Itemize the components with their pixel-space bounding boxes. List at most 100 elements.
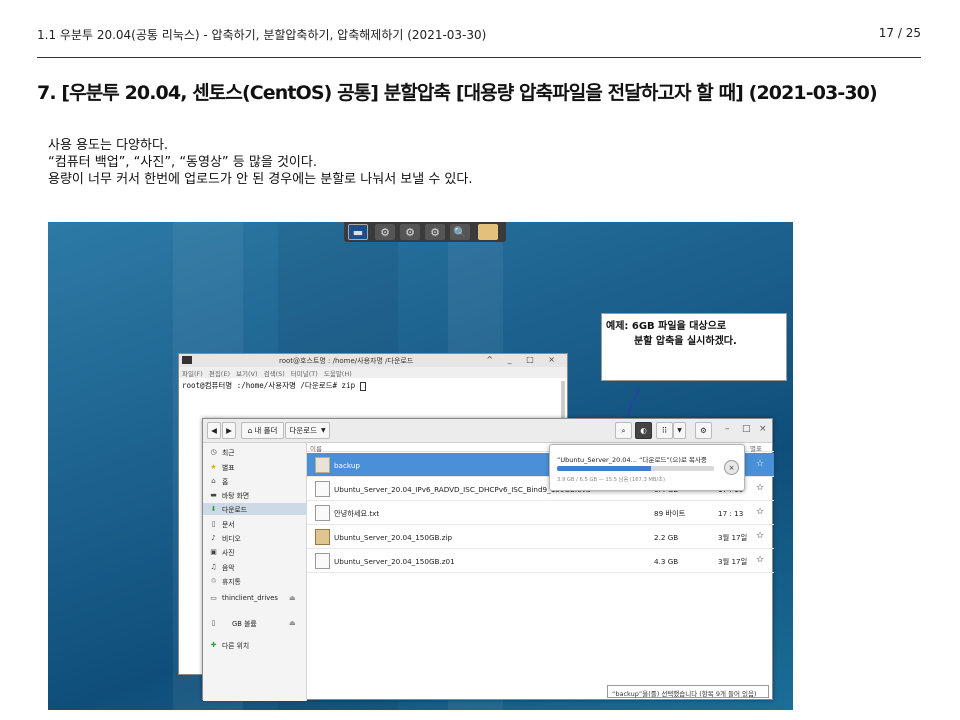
minimize-icon[interactable]: – bbox=[725, 424, 730, 434]
sidebar-item-starred[interactable]: ★ 별표 bbox=[209, 461, 235, 473]
sidebar-item-label: 별표 bbox=[222, 464, 235, 472]
file-name: Ubuntu_Server_20.04_150GB.zip bbox=[334, 533, 453, 542]
eject-icon[interactable]: ⏏ bbox=[289, 619, 296, 627]
star-icon[interactable]: ☆ bbox=[756, 555, 764, 565]
operations-button[interactable]: ◐ bbox=[635, 422, 652, 439]
column-starred[interactable]: 별표 bbox=[750, 443, 762, 453]
menu-button[interactable]: ⚙ bbox=[695, 422, 712, 439]
star-icon[interactable]: ☆ bbox=[756, 531, 764, 541]
sidebar-item-recent[interactable]: ◷ 최근 bbox=[209, 446, 235, 458]
eject-icon[interactable]: ⏏ bbox=[289, 594, 296, 602]
file-modified: 3월 17일 bbox=[718, 557, 748, 566]
file-size: 89 바이트 bbox=[654, 509, 686, 518]
file-name: Ubuntu_Server_20.04_150GB.z01 bbox=[334, 557, 455, 566]
desktop-icon: ▬ bbox=[210, 491, 217, 499]
copy-progress-bar bbox=[557, 466, 714, 471]
sidebar-item-label: 홈 bbox=[222, 478, 229, 486]
sidebar-item-trash[interactable]: ♲ 휴지통 bbox=[209, 575, 241, 587]
sidebar-item-label: 다른 위치 bbox=[222, 642, 250, 650]
sidebar-item-label: GB 볼륨 bbox=[232, 620, 257, 628]
forward-button[interactable]: ▶ bbox=[222, 422, 236, 439]
table-row[interactable]: 안녕하세요.txt 89 바이트 17 : 13 ☆ bbox=[307, 501, 774, 525]
star-icon[interactable]: ☆ bbox=[756, 459, 764, 469]
slide-header: 1.1 우분투 20.04(공통 리눅스) - 압축하기, 분할압축하기, 압축… bbox=[37, 26, 921, 46]
drive-icon: ▭ bbox=[210, 594, 217, 602]
desktop-screenshot: ▬ ⚙ ⚙ ⚙ 🔍 예제: 6GB 파일을 대상으로 분할 압축을 실시하겠다.… bbox=[48, 222, 793, 710]
column-name[interactable]: 이름 bbox=[310, 445, 322, 453]
sidebar-item-other-locations[interactable]: ✚ 다른 위치 bbox=[209, 639, 250, 651]
sidebar-item-home[interactable]: ⌂ 홈 bbox=[209, 475, 228, 487]
sidebar-item-downloads[interactable]: ⬇ 다운로드 bbox=[203, 503, 307, 515]
file-size: 2.2 GB bbox=[654, 533, 679, 542]
download-icon: ⬇ bbox=[210, 505, 217, 513]
terminal-title: root@호스트명 : /home/사용자명 /다운로드 bbox=[279, 357, 414, 365]
sidebar-item-thinclient-drives[interactable]: ▭ thinclient_drives bbox=[209, 592, 278, 604]
sidebar-item-videos[interactable]: ♪ 비디오 bbox=[209, 532, 241, 544]
sidebar-item-music[interactable]: ♫ 음악 bbox=[209, 561, 235, 573]
progress-fill bbox=[557, 466, 652, 471]
body-line: “컴퓨터 백업”, “사진”, “동영상” 등 많을 것이다. bbox=[48, 155, 317, 170]
file-modified: 17 : 13 bbox=[718, 509, 744, 518]
sidebar-item-label: 음악 bbox=[222, 564, 235, 572]
home-icon: ⌂ bbox=[211, 477, 216, 485]
text-cursor bbox=[359, 381, 366, 391]
close-icon[interactable]: × bbox=[759, 424, 767, 434]
table-row[interactable]: Ubuntu_Server_20.04_150GB.zip 2.2 GB 3월 … bbox=[307, 525, 774, 549]
sidebar-item-label: 비디오 bbox=[222, 535, 241, 543]
document-icon: ▯ bbox=[211, 520, 216, 528]
sidebar-item-label: 최근 bbox=[222, 449, 235, 457]
body-line: 사용 용도는 다양하다. bbox=[48, 138, 169, 153]
close-icon: × bbox=[728, 463, 735, 472]
gear-icon[interactable]: ⚙ bbox=[375, 224, 395, 240]
sidebar-item-desktop[interactable]: ▬ 바탕 화면 bbox=[209, 489, 249, 501]
top-dock: ▬ ⚙ ⚙ ⚙ 🔍 bbox=[344, 222, 506, 242]
terminal-icon[interactable]: ▬ bbox=[348, 224, 368, 240]
back-button[interactable]: ◀ bbox=[207, 422, 221, 439]
camera-icon: ▣ bbox=[210, 548, 217, 556]
gear-icon[interactable]: ⚙ bbox=[400, 224, 420, 240]
table-row[interactable]: Ubuntu_Server_20.04_150GB.z01 4.3 GB 3월 … bbox=[307, 549, 774, 573]
terminal-scrollbar[interactable] bbox=[561, 381, 565, 421]
folder-icon[interactable] bbox=[478, 224, 498, 240]
sidebar-item-documents[interactable]: ▯ 문서 bbox=[209, 518, 235, 530]
star-icon[interactable]: ☆ bbox=[756, 507, 764, 517]
search-icon: ⌕ bbox=[621, 425, 626, 435]
body-line: 용량이 너무 커서 한번에 업로드가 안 된 경우에는 분할로 나눠서 보낼 수… bbox=[48, 172, 473, 187]
sidebar-item-pictures[interactable]: ▣ 사진 bbox=[209, 546, 235, 558]
view-options-button[interactable]: ▼ bbox=[673, 422, 686, 439]
section-heading: 7. [우분투 20.04, 센토스(CentOS) 공통] 분할압축 [대용량… bbox=[37, 82, 878, 104]
callout-line: 분할 압축을 실시하겠다. bbox=[634, 336, 737, 347]
terminal-titlebar[interactable]: root@호스트명 : /home/사용자명 /다운로드 ^ _ □ × bbox=[179, 354, 567, 367]
path-button-downloads[interactable]: 다운로드 ▼ bbox=[285, 422, 330, 439]
chevron-down-icon: ▼ bbox=[320, 427, 326, 434]
page-number: 17 / 25 bbox=[878, 26, 921, 40]
maximize-icon[interactable]: □ bbox=[742, 424, 751, 434]
view-grid-button[interactable]: ⠿ bbox=[656, 422, 673, 439]
arrow-right-icon: ▶ bbox=[226, 426, 232, 435]
trash-icon: ♲ bbox=[210, 577, 217, 585]
terminal-menubar[interactable]: 파일(F) 편집(E) 보기(V) 검색(S) 터미널(T) 도움말(H) bbox=[179, 367, 567, 378]
search-icon[interactable]: 🔍 bbox=[450, 224, 470, 240]
window-controls[interactable]: ^ _ □ × bbox=[486, 355, 561, 364]
home-label: 내 폴더 bbox=[254, 426, 278, 435]
cancel-copy-button[interactable]: × bbox=[724, 460, 739, 475]
terminal-prompt[interactable]: root@컴퓨터명 :/home/사용자명 /다운로드# zip bbox=[179, 378, 567, 393]
folder-icon bbox=[315, 457, 330, 473]
search-button[interactable]: ⌕ bbox=[615, 422, 632, 439]
home-folder-button[interactable]: ⌂ 내 폴더 bbox=[241, 422, 284, 439]
sidebar-item-label: 사진 bbox=[222, 549, 235, 557]
star-icon[interactable]: ☆ bbox=[756, 483, 764, 493]
sidebar-item-label: 문서 bbox=[222, 521, 235, 529]
chevron-down-icon: ▼ bbox=[677, 427, 682, 434]
copy-progress-popover: “Ubuntu_Server_20.04… “다운로드”(으)로 복사중 3.9… bbox=[549, 444, 745, 491]
header-divider bbox=[37, 57, 921, 58]
home-icon: ⌂ bbox=[247, 426, 253, 435]
sidebar-item-label: 휴지통 bbox=[222, 578, 241, 586]
plus-icon: ✚ bbox=[210, 641, 217, 649]
gear-icon[interactable]: ⚙ bbox=[425, 224, 445, 240]
file-size: 4.3 GB bbox=[654, 557, 679, 566]
usb-icon: ▯ bbox=[211, 619, 216, 627]
file-name: 안녕하세요.txt bbox=[334, 509, 380, 518]
sidebar-item-volume[interactable]: ▯ GB 볼륨 bbox=[209, 617, 257, 629]
document-title: 1.1 우분투 20.04(공통 리눅스) - 압축하기, 분할압축하기, 압축… bbox=[37, 28, 487, 42]
